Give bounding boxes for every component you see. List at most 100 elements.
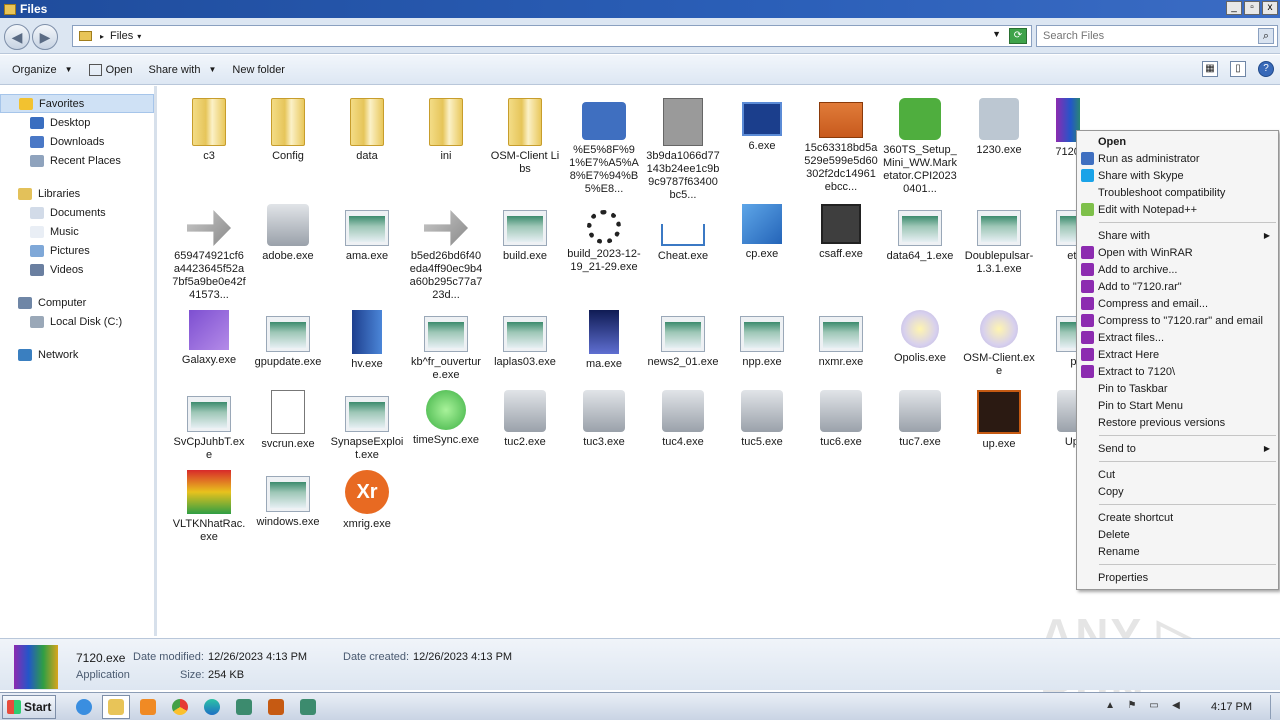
- file-item[interactable]: tuc6.exe: [802, 384, 880, 484]
- help-icon[interactable]: ?: [1258, 61, 1274, 77]
- display-icon[interactable]: ▭: [1147, 700, 1161, 714]
- nav-computer[interactable]: Computer: [0, 293, 154, 312]
- taskbar-app3[interactable]: [294, 695, 322, 719]
- menu-item[interactable]: Pin to Start Menu: [1077, 397, 1278, 414]
- file-item[interactable]: 360TS_Setup_Mini_WW.Marketator.CPI202304…: [881, 92, 959, 195]
- preview-pane-icon[interactable]: ▯: [1230, 61, 1246, 77]
- organize-button[interactable]: Organize ▼: [0, 64, 81, 76]
- nav-network[interactable]: Network: [0, 345, 154, 364]
- file-item[interactable]: timeSync.exe: [407, 384, 485, 484]
- clock[interactable]: 4:17 PM: [1211, 701, 1252, 713]
- file-item[interactable]: 6.exe: [723, 92, 801, 192]
- file-item[interactable]: tuc3.exe: [565, 384, 643, 484]
- nav-desktop[interactable]: Desktop: [0, 113, 154, 132]
- menu-item[interactable]: Compress to "7120.rar" and email: [1077, 312, 1278, 329]
- nav-music[interactable]: Music: [0, 222, 154, 241]
- file-item[interactable]: windows.exe: [249, 464, 327, 564]
- minimize-button[interactable]: _: [1226, 1, 1242, 15]
- file-item[interactable]: Config: [249, 92, 327, 192]
- taskbar-edge[interactable]: [198, 695, 226, 719]
- menu-item[interactable]: Properties: [1077, 569, 1278, 586]
- file-item[interactable]: build_2023-12-19_21-29.exe: [565, 198, 643, 298]
- file-item[interactable]: 1230.exe: [960, 92, 1038, 192]
- menu-item[interactable]: Compress and email...: [1077, 295, 1278, 312]
- tray-arrow-icon[interactable]: ▲: [1103, 700, 1117, 714]
- menu-item[interactable]: Add to archive...: [1077, 261, 1278, 278]
- menu-item[interactable]: Extract files...: [1077, 329, 1278, 346]
- close-button[interactable]: x: [1262, 1, 1278, 15]
- file-item[interactable]: up.exe: [960, 384, 1038, 484]
- file-item[interactable]: ama.exe: [328, 198, 406, 298]
- file-item[interactable]: Xr xmrig.exe: [328, 464, 406, 564]
- file-item[interactable]: c3: [170, 92, 248, 192]
- file-item[interactable]: cp.exe: [723, 198, 801, 298]
- menu-item[interactable]: Extract to 7120\: [1077, 363, 1278, 380]
- forward-button[interactable]: ▶: [32, 24, 58, 50]
- file-item[interactable]: 15c63318bd5a529e599e5d60302f2dc14961ebcc…: [802, 92, 880, 193]
- nav-documents[interactable]: Documents: [0, 203, 154, 222]
- taskbar-app1[interactable]: [230, 695, 258, 719]
- file-item[interactable]: data64_1.exe: [881, 198, 959, 298]
- share-with-button[interactable]: Share with ▼: [140, 64, 224, 76]
- search-icon[interactable]: ⌕: [1258, 28, 1274, 44]
- open-button[interactable]: Open: [81, 63, 141, 76]
- menu-item[interactable]: Share with Skype: [1077, 167, 1278, 184]
- menu-item[interactable]: Restore previous versions: [1077, 414, 1278, 431]
- search-input[interactable]: [1043, 30, 1243, 42]
- taskbar-media-player[interactable]: [134, 695, 162, 719]
- start-button[interactable]: Start: [2, 694, 56, 719]
- menu-item[interactable]: Copy: [1077, 483, 1278, 500]
- file-item[interactable]: Doublepulsar-1.3.1.exe: [960, 198, 1038, 298]
- menu-item[interactable]: Delete: [1077, 526, 1278, 543]
- file-item[interactable]: VLTKNhatRac.exe: [170, 464, 248, 564]
- file-item[interactable]: build.exe: [486, 198, 564, 298]
- file-item[interactable]: b5ed26bd6f40eda4ff90ec9b4a60b295c77a723d…: [407, 198, 485, 301]
- breadcrumb-chevron-icon[interactable]: ▸: [100, 32, 104, 41]
- back-button[interactable]: ◀: [4, 24, 30, 50]
- show-desktop-button[interactable]: [1270, 695, 1280, 719]
- file-item[interactable]: 7120.exe: [1039, 92, 1080, 192]
- chevron-down-icon[interactable]: ▾: [137, 32, 141, 41]
- menu-item[interactable]: Open: [1077, 133, 1278, 150]
- file-item[interactable]: 3b9da1066d77143b24ee1c9b9c9787f63400bc5.…: [644, 92, 722, 201]
- taskbar-app2[interactable]: [262, 695, 290, 719]
- maximize-button[interactable]: ▫: [1244, 1, 1260, 15]
- file-item[interactable]: tuc4.exe: [644, 384, 722, 484]
- nav-recent-places[interactable]: Recent Places: [0, 151, 154, 170]
- file-item[interactable]: etop: [1039, 198, 1080, 298]
- file-item[interactable]: csaff.exe: [802, 198, 880, 298]
- menu-item[interactable]: Troubleshoot compatibility: [1077, 184, 1278, 201]
- new-folder-button[interactable]: New folder: [224, 64, 293, 76]
- search-box[interactable]: ⌕: [1036, 25, 1278, 47]
- menu-item[interactable]: Add to "7120.rar": [1077, 278, 1278, 295]
- file-item[interactable]: 659474921cf6a4423645f52a7bf5a9be0e42f415…: [170, 198, 248, 301]
- taskbar-explorer[interactable]: [102, 694, 130, 719]
- file-item[interactable]: ini: [407, 92, 485, 192]
- nav-libraries[interactable]: Libraries: [0, 184, 154, 203]
- file-item[interactable]: Upda: [1039, 384, 1080, 484]
- file-item[interactable]: Cheat.exe: [644, 198, 722, 298]
- file-item[interactable]: tuc5.exe: [723, 384, 801, 484]
- file-item[interactable]: tuc7.exe: [881, 384, 959, 484]
- file-item[interactable]: adobe.exe: [249, 198, 327, 298]
- menu-item[interactable]: Extract Here: [1077, 346, 1278, 363]
- volume-icon[interactable]: ◀: [1169, 700, 1183, 714]
- menu-item[interactable]: Pin to Taskbar: [1077, 380, 1278, 397]
- taskbar-ie[interactable]: [70, 695, 98, 719]
- nav-local-disk[interactable]: Local Disk (C:): [0, 312, 154, 331]
- nav-downloads[interactable]: Downloads: [0, 132, 154, 151]
- file-item[interactable]: %E5%8F%91%E7%A5%A8%E7%94%B5%E8...: [565, 92, 643, 195]
- file-item[interactable]: data: [328, 92, 406, 192]
- view-options-icon[interactable]: ▦: [1202, 61, 1218, 77]
- nav-pictures[interactable]: Pictures: [0, 241, 154, 260]
- menu-item[interactable]: Rename: [1077, 543, 1278, 560]
- menu-item[interactable]: Run as administrator: [1077, 150, 1278, 167]
- refresh-icon[interactable]: ⟳: [1009, 28, 1027, 44]
- nav-favorites[interactable]: Favorites: [0, 94, 154, 113]
- menu-item[interactable]: Edit with Notepad++: [1077, 201, 1278, 218]
- menu-item[interactable]: Cut: [1077, 466, 1278, 483]
- taskbar-chrome[interactable]: [166, 695, 194, 719]
- breadcrumb[interactable]: Files: [110, 30, 133, 42]
- menu-item[interactable]: Open with WinRAR: [1077, 244, 1278, 261]
- file-item[interactable]: OSM-Client Libs: [486, 92, 564, 192]
